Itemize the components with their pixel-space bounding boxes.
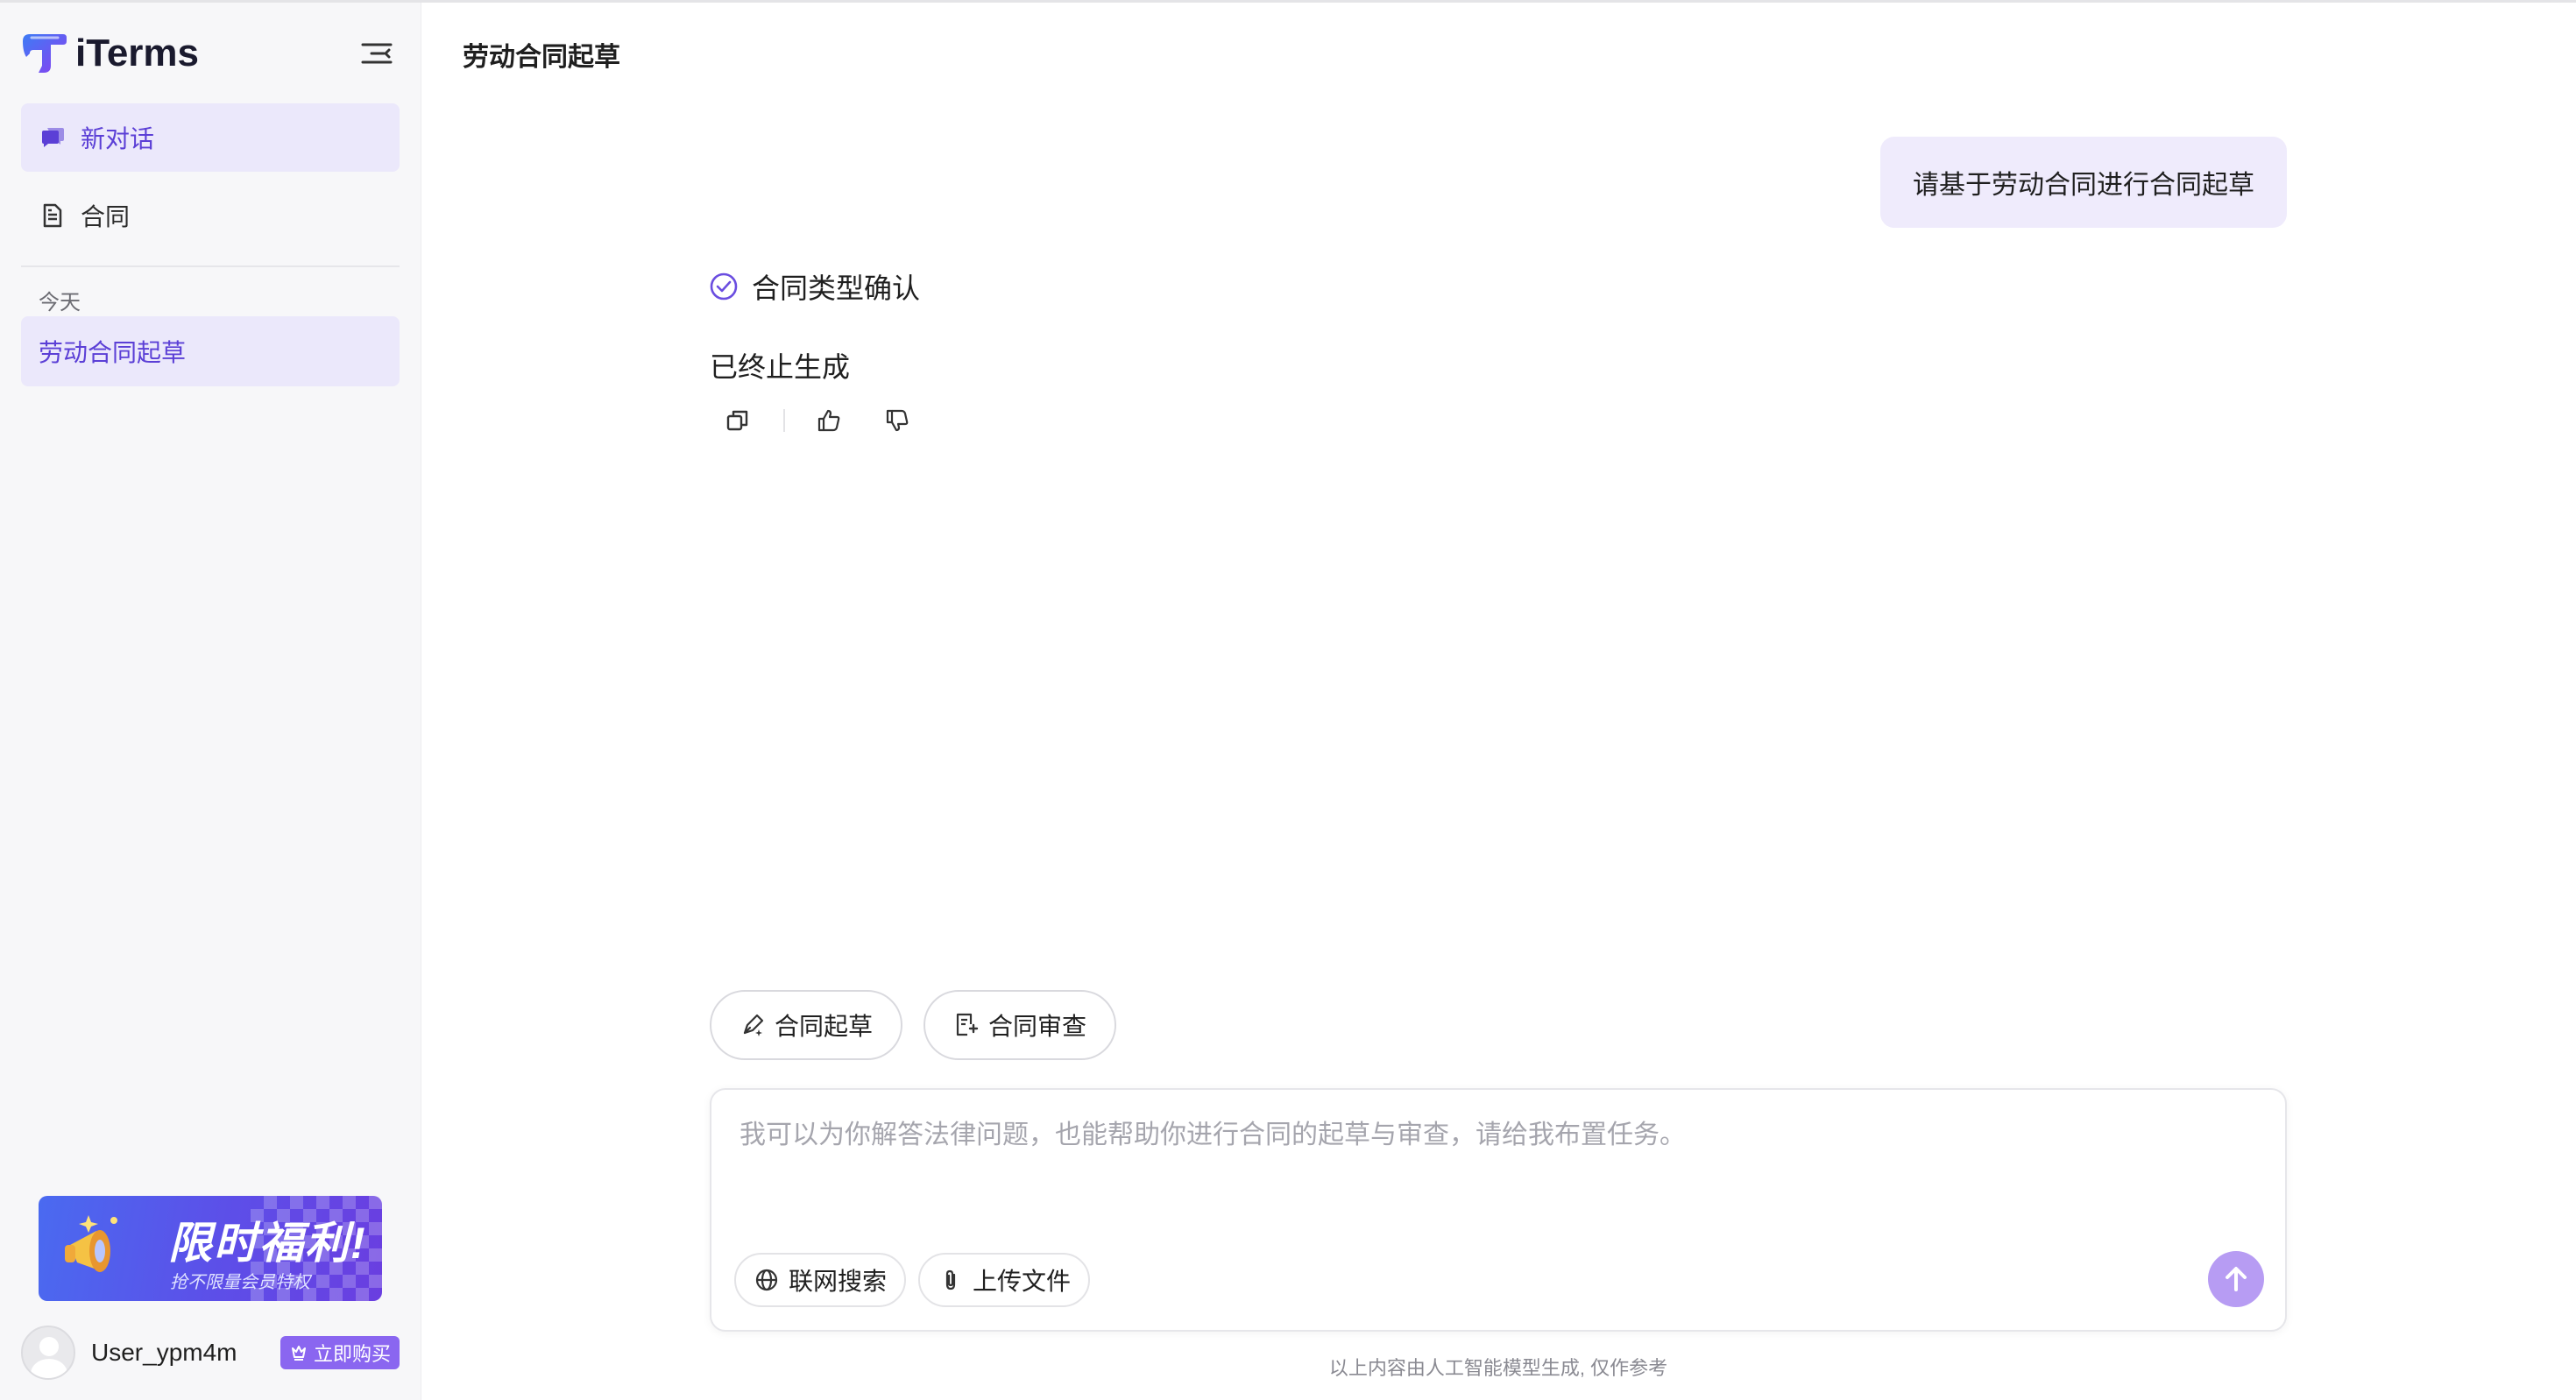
history-item[interactable]: 劳动合同起草 xyxy=(21,316,400,386)
history-section-title: 今天 xyxy=(39,291,81,315)
thumbs-up-icon xyxy=(817,409,840,432)
new-chat-button[interactable]: 新对话 xyxy=(21,103,400,172)
review-contract-label: 合同审查 xyxy=(988,1013,1087,1040)
step-status: 合同类型确认 xyxy=(708,266,920,307)
check-circle-icon xyxy=(710,272,738,301)
sidebar-divider xyxy=(21,265,400,267)
ai-disclaimer: 以上内容由人工智能模型生成, 仅作参考 xyxy=(1328,1357,1668,1379)
menu-collapse-icon xyxy=(361,43,393,64)
logo-mark-icon xyxy=(23,34,67,73)
send-button[interactable] xyxy=(2208,1251,2264,1307)
upload-file-button[interactable]: 上传文件 xyxy=(918,1253,1091,1307)
pen-sparkle-icon xyxy=(743,1014,764,1036)
user-message-bubble: 请基于劳动合同进行合同起草 xyxy=(1880,137,2287,228)
review-contract-chip[interactable]: 合同审查 xyxy=(924,990,1117,1060)
avatar[interactable] xyxy=(21,1326,75,1380)
like-button[interactable] xyxy=(811,403,846,438)
promo-subtitle: 抢不限量会员特权 xyxy=(170,1273,310,1292)
copy-button[interactable] xyxy=(720,403,755,438)
app-window: iTerms 新对话 合同 今天 劳动合同起草 限时福利! 抢不限量会员特权 U… xyxy=(0,0,2576,1400)
quick-actions: 合同起草 合同审查 xyxy=(710,990,1117,1060)
message-actions xyxy=(720,403,915,438)
draft-contract-label: 合同起草 xyxy=(775,1013,874,1040)
draft-contract-chip[interactable]: 合同起草 xyxy=(710,990,903,1060)
paperclip-icon xyxy=(945,1269,956,1290)
arrow-up-icon xyxy=(2226,1267,2247,1291)
copy-icon xyxy=(726,410,748,431)
assistant-answer: 已终止生成 xyxy=(710,351,851,383)
buy-now-button[interactable]: 立即购买 xyxy=(280,1336,400,1369)
message-composer: 联网搜索 上传文件 xyxy=(710,1088,2287,1332)
sidebar: iTerms 新对话 合同 今天 劳动合同起草 限时福利! 抢不限量会员特权 U… xyxy=(0,3,421,1400)
promo-title: 限时福利! xyxy=(168,1219,367,1268)
page-title: 劳动合同起草 xyxy=(463,43,620,72)
document-review-icon xyxy=(956,1013,979,1036)
collapse-sidebar-button[interactable] xyxy=(359,38,394,69)
nav-label-contracts: 合同 xyxy=(81,203,131,230)
buy-now-label: 立即购买 xyxy=(313,1343,391,1365)
step-label: 合同类型确认 xyxy=(752,272,921,304)
megaphone-icon xyxy=(65,1215,117,1272)
nav-label-new-chat: 新对话 xyxy=(81,125,155,152)
dislike-button[interactable] xyxy=(880,403,915,438)
user-profile: User_ypm4m 立即购买 xyxy=(21,1324,400,1382)
web-search-toggle[interactable]: 联网搜索 xyxy=(734,1253,907,1307)
vip-icon xyxy=(291,1346,306,1361)
action-separator xyxy=(783,409,785,432)
globe-icon xyxy=(755,1269,778,1291)
document-icon xyxy=(39,202,67,230)
upload-file-label: 上传文件 xyxy=(973,1268,1072,1295)
web-search-label: 联网搜索 xyxy=(789,1268,888,1295)
thumbs-down-icon xyxy=(886,409,909,432)
logo[interactable]: iTerms xyxy=(19,31,199,76)
username: User_ypm4m xyxy=(91,1339,237,1366)
nav-item-contracts[interactable]: 合同 xyxy=(21,181,400,250)
chat-bubble-icon xyxy=(39,124,67,152)
message-input[interactable] xyxy=(740,1113,2247,1218)
app-name: iTerms xyxy=(75,32,200,74)
promo-banner[interactable]: 限时福利! 抢不限量会员特权 xyxy=(39,1196,382,1301)
